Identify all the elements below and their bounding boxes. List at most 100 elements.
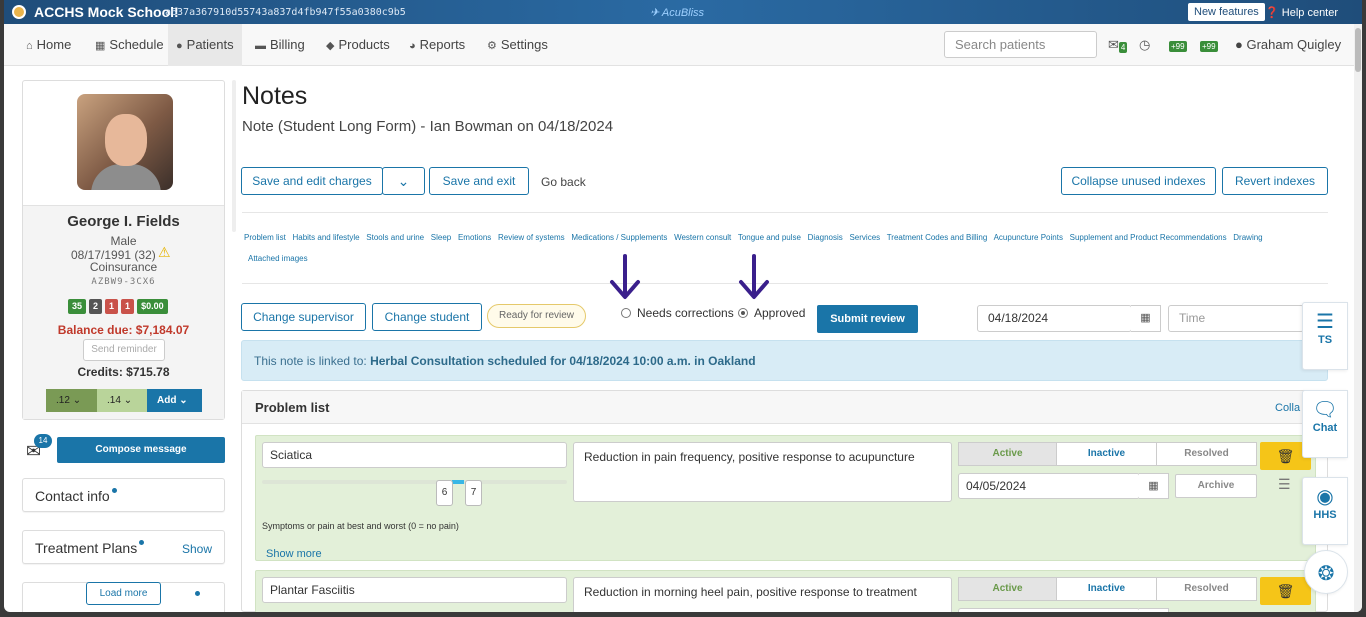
note-time-input[interactable]: Time: [1168, 305, 1304, 332]
problem-note-textarea[interactable]: Reduction in pain frequency, positive re…: [573, 442, 952, 502]
save-and-edit-charges-button[interactable]: Save and edit charges: [241, 167, 383, 195]
add-dropdown[interactable]: Add ⌄: [147, 389, 202, 412]
send-reminder-button[interactable]: Send reminder: [83, 339, 165, 361]
index-link-tongue-pulse[interactable]: Tongue and pulse: [738, 233, 801, 242]
patient-name[interactable]: George I. Fields: [23, 213, 224, 230]
revert-indexes-button[interactable]: Revert indexes: [1222, 167, 1328, 195]
page-scrollbar-thumb[interactable]: [1355, 28, 1361, 72]
visit-14-dropdown[interactable]: .14 ⌄: [97, 389, 147, 412]
nav-home[interactable]: ⌂ Home: [26, 24, 71, 66]
status-resolved-button[interactable]: Resolved: [1156, 577, 1257, 601]
inbox-icon[interactable]: ✉ 4: [1108, 37, 1128, 53]
page-title: Notes: [242, 82, 308, 110]
index-link-drawing[interactable]: Drawing: [1233, 233, 1262, 242]
calendar-icon[interactable]: [1139, 608, 1169, 612]
change-student-button[interactable]: Change student: [372, 303, 482, 331]
problem-name-input[interactable]: Plantar Fasciitis: [262, 577, 567, 603]
resize-handle[interactable]: [232, 80, 236, 232]
index-link-treatment-codes[interactable]: Treatment Codes and Billing: [887, 233, 988, 242]
tasks-icon[interactable]: +99: [1200, 37, 1218, 52]
approved-label[interactable]: Approved: [754, 306, 805, 320]
calendar-icon[interactable]: ▦: [1131, 305, 1161, 332]
pain-worst-handle[interactable]: 7: [465, 480, 482, 506]
visit-12-dropdown[interactable]: .12 ⌄: [46, 389, 97, 412]
index-link-medications[interactable]: Medications / Supplements: [571, 233, 667, 242]
treatment-plans-show-link[interactable]: Show: [182, 542, 212, 556]
contact-info-label: Contact info: [35, 488, 110, 504]
change-supervisor-button[interactable]: Change supervisor: [241, 303, 366, 331]
nav-reports[interactable]: ◕ Reports: [409, 24, 465, 66]
submit-review-button[interactable]: Submit review: [817, 305, 918, 333]
needs-corrections-radio[interactable]: [621, 308, 631, 318]
save-options-dropdown[interactable]: ⌄: [382, 167, 425, 195]
count-badge[interactable]: 1: [121, 299, 135, 314]
load-more-button[interactable]: Load more: [86, 582, 161, 605]
index-link-diagnosis[interactable]: Diagnosis: [808, 233, 843, 242]
status-resolved-button[interactable]: Resolved: [1156, 442, 1257, 466]
problem-list-collapse-link[interactable]: Colla: [1275, 402, 1300, 414]
pain-best-handle[interactable]: 6: [436, 480, 453, 506]
linked-appointment-link[interactable]: Herbal Consultation scheduled for 04/18/…: [370, 354, 755, 368]
needs-corrections-label[interactable]: Needs corrections: [637, 306, 734, 320]
hhs-widget-button[interactable]: ◉ HHS: [1302, 477, 1348, 545]
nav-billing[interactable]: ▬ Billing: [255, 24, 305, 66]
nav-patients[interactable]: ● Patients: [168, 24, 242, 66]
show-more-link[interactable]: Show more: [266, 548, 322, 560]
linked-appointment-banner: This note is linked to: Herbal Consultat…: [241, 340, 1328, 381]
index-link-supplement-recommendations[interactable]: Supplement and Product Recommendations: [1070, 233, 1227, 242]
note-date-input[interactable]: 04/18/2024: [977, 305, 1132, 332]
problem-date-input[interactable]: 04/05/2024: [958, 473, 1140, 499]
nav-settings[interactable]: ⚙ Settings: [487, 24, 548, 66]
index-link-acupuncture-points[interactable]: Acupuncture Points: [994, 233, 1063, 242]
drag-handle-icon[interactable]: ☰: [1278, 476, 1291, 493]
chat-widget-button[interactable]: 🗨 Chat: [1302, 390, 1348, 458]
index-link-problem-list[interactable]: Problem list: [244, 233, 286, 242]
search-input[interactable]: Search patients: [944, 31, 1097, 58]
help-lifebuoy-button[interactable]: ❂: [1304, 550, 1348, 594]
treatment-plans-panel[interactable]: Treatment Plans Show: [22, 530, 225, 564]
delete-problem-button[interactable]: 🗑: [1260, 577, 1311, 605]
index-link-habits[interactable]: Habits and lifestyle: [292, 233, 359, 242]
status-inactive-button[interactable]: Inactive: [1056, 577, 1157, 601]
save-and-exit-button[interactable]: Save and exit: [429, 167, 529, 195]
help-center-link[interactable]: ❓ Help center: [1265, 6, 1338, 19]
contact-info-panel[interactable]: Contact info: [22, 478, 225, 512]
index-link-review-of-systems[interactable]: Review of systems: [498, 233, 565, 242]
ts-widget-button[interactable]: ☰ TS: [1302, 302, 1348, 370]
count-badge[interactable]: $0.00: [137, 299, 168, 314]
nav-products[interactable]: ◆ Products: [326, 24, 390, 66]
count-badge[interactable]: 2: [89, 299, 103, 314]
new-features-button[interactable]: New features: [1188, 3, 1265, 21]
nav-schedule[interactable]: ▦ Schedule: [95, 24, 164, 66]
problem-name-input[interactable]: Sciatica: [262, 442, 567, 468]
index-link-attached-images[interactable]: Attached images: [248, 254, 308, 263]
index-link-western-consult[interactable]: Western consult: [674, 233, 731, 242]
compose-message-button[interactable]: Compose message: [57, 437, 225, 463]
go-back-link[interactable]: Go back: [541, 175, 586, 189]
count-badge[interactable]: 1: [105, 299, 119, 314]
problem-note-textarea[interactable]: Reduction in morning heel pain, positive…: [573, 577, 952, 612]
pain-slider-track[interactable]: [262, 480, 567, 484]
calendar-icon[interactable]: ▦: [1139, 473, 1169, 499]
index-link-sleep[interactable]: Sleep: [431, 233, 451, 242]
avatar[interactable]: [77, 94, 173, 190]
status-inactive-button[interactable]: Inactive: [1056, 442, 1157, 466]
chat-label: Chat: [1312, 422, 1338, 434]
approved-radio[interactable]: [738, 308, 748, 318]
index-link-emotions[interactable]: Emotions: [458, 233, 491, 242]
index-link-services[interactable]: Services: [849, 233, 880, 242]
problem-date-input[interactable]: [958, 608, 1140, 612]
cart-icon[interactable]: +99: [1169, 37, 1187, 52]
clock-icon[interactable]: ◷: [1139, 37, 1150, 53]
index-link-stools[interactable]: Stools and urine: [366, 233, 424, 242]
user-menu[interactable]: ● Graham Quigley: [1235, 37, 1341, 52]
count-badge[interactable]: 35: [68, 299, 87, 314]
status-active-button[interactable]: Active: [958, 442, 1057, 466]
archive-button[interactable]: Archive: [1175, 474, 1257, 498]
status-active-button[interactable]: Active: [958, 577, 1057, 601]
warning-icon[interactable]: ⚠: [158, 244, 171, 261]
collapse-unused-indexes-button[interactable]: Collapse unused indexes: [1061, 167, 1216, 195]
ts-label: TS: [1317, 334, 1333, 346]
page-scrollbar[interactable]: [1354, 24, 1362, 612]
contact-info-title: Contact info: [35, 488, 117, 504]
